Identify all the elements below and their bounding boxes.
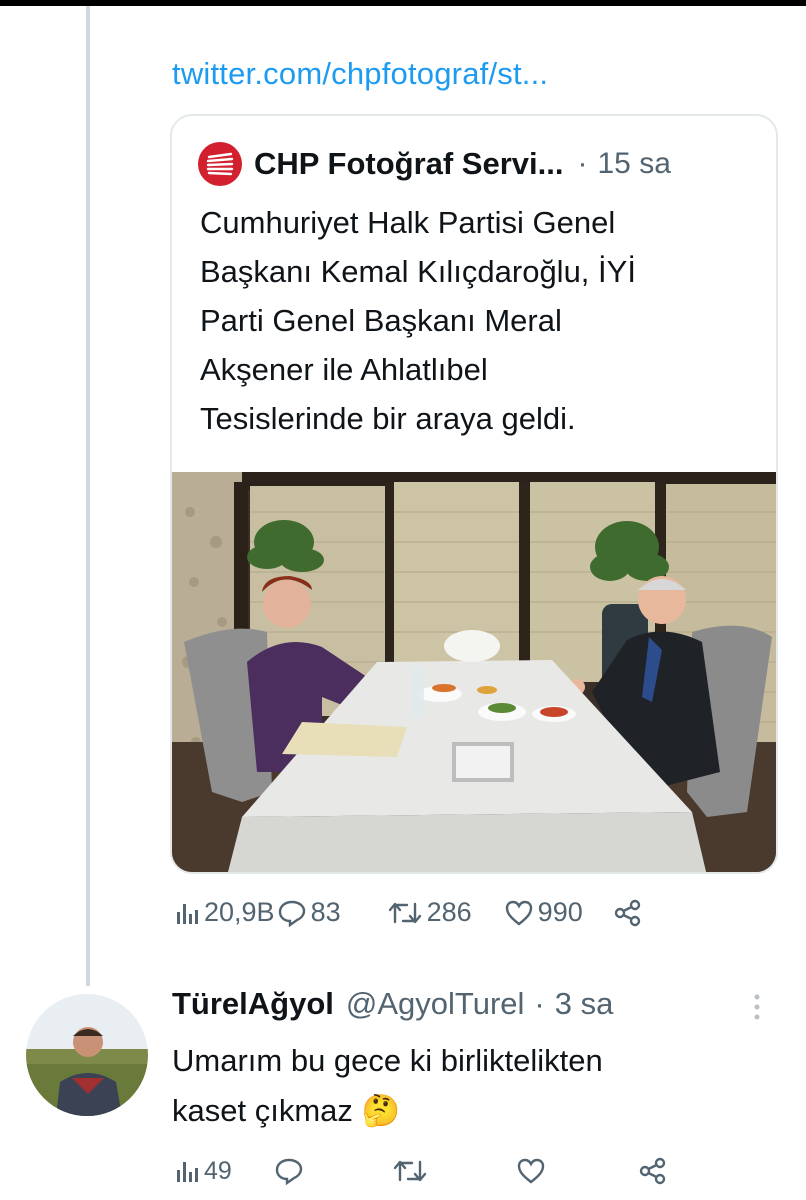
dinner-meeting-photo[interactable] — [172, 472, 778, 874]
quoted-text-line: Tesislerinde bir araya geldi. — [200, 401, 576, 436]
heart-icon — [517, 1158, 545, 1184]
thinking-face-emoji: 🤔 — [361, 1093, 401, 1128]
reply-like-button[interactable] — [516, 1157, 546, 1185]
quoted-text-line: Cumhuriyet Halk Partisi Genel — [200, 205, 616, 240]
quoted-tweet-card[interactable]: CHP Fotoğraf Servi... · 15 sa Cumhuriyet… — [170, 114, 778, 874]
separator-dot: · — [577, 147, 588, 180]
reply-display-name[interactable]: TürelAğyol — [172, 986, 334, 1022]
reply-views-count: 49 — [204, 1156, 232, 1185]
link-preview-url[interactable]: twitter.com/chpfotograf/st... — [172, 56, 548, 92]
quoted-text-line: Başkanı Kemal Kılıçdaroğlu, İYİ — [200, 254, 636, 289]
like-count: 990 — [537, 897, 583, 927]
tweet-action-bar: 20,9B 83 286 990 — [174, 897, 643, 928]
quoted-tweet-time[interactable]: 15 sa — [598, 147, 671, 181]
reply-text: Umarım bu gece ki birliktelikten kaset ç… — [172, 1036, 752, 1136]
reply-icon — [278, 900, 305, 927]
quoted-text-line: Parti Genel Başkanı Meral — [200, 303, 562, 338]
heart-icon — [505, 900, 532, 926]
thread-connector-line — [86, 6, 90, 986]
quoted-author-name[interactable]: CHP Fotoğraf Servi... — [254, 146, 564, 182]
reply-handle[interactable]: @AgyolTurel — [346, 986, 525, 1022]
chp-logo-icon[interactable] — [198, 142, 242, 186]
analytics-icon — [177, 903, 198, 924]
views-count: 20,9B — [204, 897, 275, 927]
share-icon — [614, 899, 640, 926]
retweet-icon — [393, 1160, 427, 1182]
quoted-tweet-header: CHP Fotoğraf Servi... · 15 sa — [198, 142, 671, 186]
analytics-icon — [177, 1162, 198, 1182]
reply-views-stat[interactable]: 49 — [174, 1157, 232, 1186]
reply-count: 83 — [310, 897, 341, 927]
retweet-button[interactable]: 286 — [387, 897, 472, 928]
retweet-count: 286 — [426, 897, 472, 927]
reply-time[interactable]: 3 sa — [555, 986, 614, 1022]
quoted-text-line: Akşener ile Ahlatlıbel — [200, 352, 488, 387]
reply-button[interactable]: 83 — [277, 897, 341, 928]
reply-reply-button[interactable] — [274, 1157, 304, 1185]
reply-retweet-button[interactable] — [392, 1158, 428, 1184]
more-options-icon[interactable] — [752, 992, 762, 1022]
reply-header: TürelAğyol @AgyolTurel · 3 sa — [172, 986, 613, 1022]
views-stat[interactable]: 20,9B — [174, 897, 275, 928]
share-icon — [639, 1157, 666, 1185]
reply-author-avatar[interactable] — [26, 994, 148, 1116]
reply-text-line: Umarım bu gece ki birliktelikten — [172, 1043, 603, 1078]
reply-share-button[interactable] — [638, 1156, 668, 1186]
reply-action-bar: 49 — [174, 1156, 668, 1186]
retweet-icon — [388, 902, 421, 923]
like-button[interactable]: 990 — [504, 897, 583, 928]
reply-text-fragment: kaset çıkmaz — [172, 1093, 353, 1128]
quoted-tweet-text: Cumhuriyet Halk Partisi Genel Başkanı Ke… — [200, 198, 760, 443]
reply-icon — [275, 1158, 303, 1185]
reply-text-line: kaset çıkmaz 🤔 — [172, 1086, 752, 1136]
share-button[interactable] — [613, 898, 643, 928]
top-edge-bar — [0, 0, 806, 6]
separator-dot: · — [534, 986, 545, 1021]
